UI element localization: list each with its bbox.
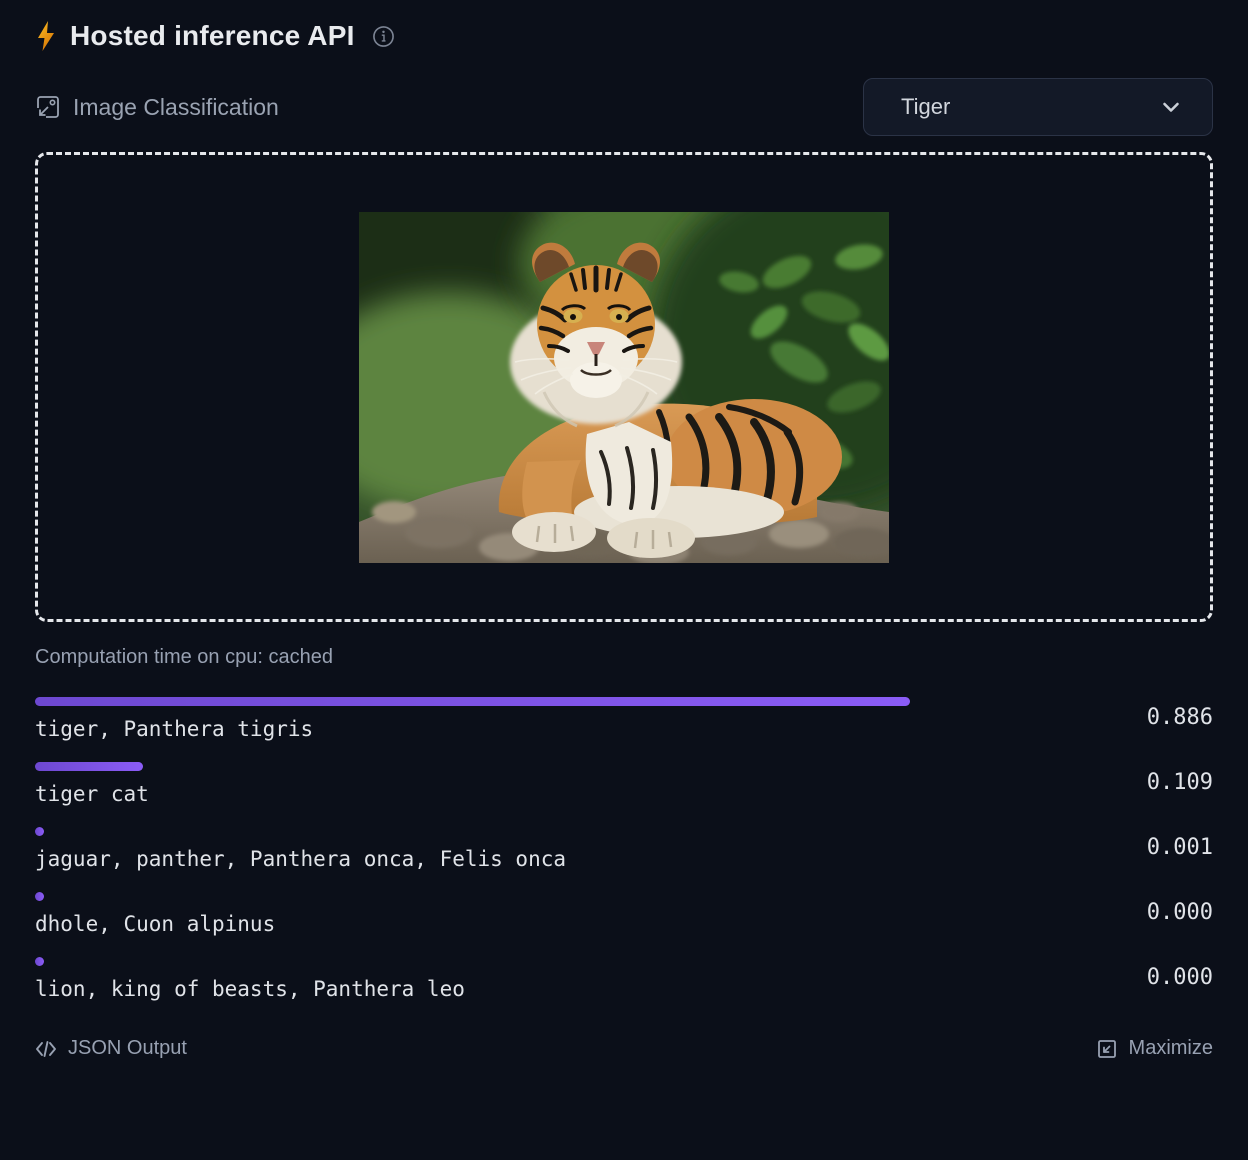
- score-bar: [35, 957, 44, 966]
- class-score: 0.109: [1023, 762, 1213, 795]
- task-label-group: Image Classification: [35, 94, 279, 121]
- info-icon[interactable]: [372, 25, 395, 48]
- page-title: Hosted inference API: [70, 20, 355, 52]
- class-score: 0.000: [1023, 957, 1213, 990]
- widget-footer: JSON Output Maximize: [35, 1037, 1213, 1060]
- lightning-icon: [35, 20, 57, 52]
- result-row: jaguar, panther, Panthera onca, Felis on…: [35, 827, 1213, 871]
- class-label: dhole, Cuon alpinus: [35, 912, 1023, 936]
- maximize-label: Maximize: [1129, 1037, 1213, 1060]
- result-row: tiger cat 0.109: [35, 762, 1213, 806]
- hosted-inference-widget: Hosted inference API Image Classificatio…: [0, 0, 1248, 1060]
- result-row: tiger, Panthera tigris 0.886: [35, 697, 1213, 741]
- result-row: dhole, Cuon alpinus 0.000: [35, 892, 1213, 936]
- example-select-value: Tiger: [901, 94, 950, 120]
- example-select[interactable]: Tiger: [863, 78, 1213, 136]
- widget-header: Hosted inference API: [35, 20, 1213, 52]
- task-label: Image Classification: [73, 94, 279, 121]
- class-score: 0.001: [1023, 827, 1213, 860]
- json-output-button[interactable]: JSON Output: [35, 1037, 187, 1060]
- chevron-down-icon: [1160, 96, 1182, 118]
- score-bar: [35, 827, 44, 836]
- class-label: jaguar, panther, Panthera onca, Felis on…: [35, 847, 1023, 871]
- computation-time: Computation time on cpu: cached: [35, 646, 1213, 669]
- image-classification-icon: [35, 94, 61, 120]
- task-row: Image Classification Tiger: [35, 78, 1213, 136]
- image-dropzone[interactable]: [35, 152, 1213, 622]
- class-label: tiger, Panthera tigris: [35, 717, 1023, 741]
- class-score: 0.886: [1023, 697, 1213, 730]
- classification-results: tiger, Panthera tigris 0.886 tiger cat 0…: [35, 697, 1213, 1001]
- code-icon: [35, 1038, 57, 1060]
- score-bar: [35, 892, 44, 901]
- class-label: lion, king of beasts, Panthera leo: [35, 977, 1023, 1001]
- class-score: 0.000: [1023, 892, 1213, 925]
- maximize-button[interactable]: Maximize: [1096, 1037, 1213, 1060]
- tiger-photo: [359, 212, 889, 563]
- score-bar: [35, 762, 143, 771]
- result-row: lion, king of beasts, Panthera leo 0.000: [35, 957, 1213, 1001]
- score-bar: [35, 697, 910, 706]
- json-output-label: JSON Output: [68, 1037, 187, 1060]
- class-label: tiger cat: [35, 782, 1023, 806]
- maximize-icon: [1096, 1038, 1118, 1060]
